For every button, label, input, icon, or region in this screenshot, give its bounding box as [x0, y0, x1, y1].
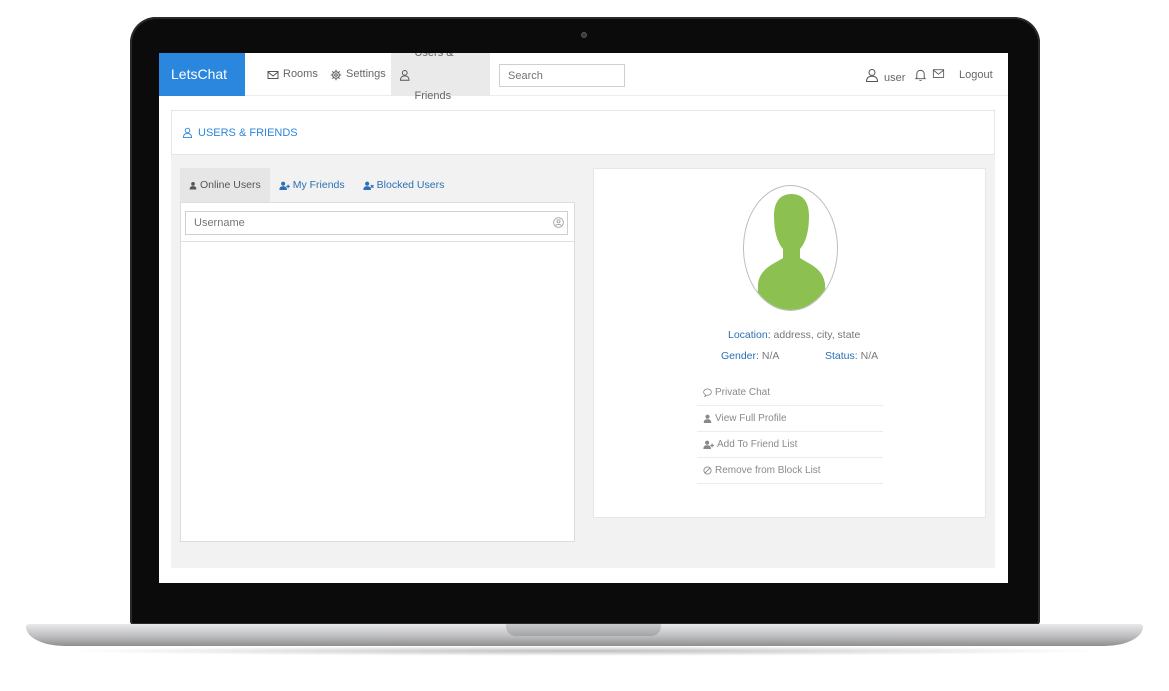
status-row: Status: N/A [825, 350, 878, 362]
user-menu[interactable]: user [865, 53, 905, 96]
avatar-head [757, 194, 826, 310]
brand-logo[interactable]: LetsChat [159, 53, 245, 96]
search-input[interactable] [499, 64, 625, 87]
nav-settings-label: Settings [346, 68, 386, 80]
top-navbar: LetsChat Rooms Settings Users & Friends … [159, 53, 1008, 102]
nav-users-friends-label: Users & Friends [414, 53, 453, 102]
users-tabs: Online Users My Friends Blocked Users [180, 168, 453, 202]
status-value: N/A [857, 350, 879, 362]
gender-row: Gender: N/A [721, 350, 779, 362]
page-header: USERS & FRIENDS [171, 110, 995, 155]
tab-my-friends[interactable]: My Friends [270, 168, 354, 202]
user-icon [865, 68, 879, 82]
comment-icon [703, 388, 712, 397]
user-plus-icon [703, 440, 714, 449]
gender-label: Gender: [721, 350, 759, 362]
location-value: address, city, state [770, 329, 861, 341]
nav-users-friends[interactable]: Users & Friends [391, 53, 490, 102]
bell-icon[interactable] [914, 68, 927, 82]
gear-icon [330, 69, 342, 80]
add-to-friend-list-label: Add To Friend List [717, 439, 798, 450]
profile-panel: Location: address, city, state Gender: N… [593, 168, 986, 518]
view-full-profile-label: View Full Profile [715, 413, 787, 424]
ban-icon [703, 466, 712, 475]
user-icon [182, 127, 193, 138]
avatar-silhouette [757, 194, 826, 310]
webcam [581, 32, 587, 38]
users-list[interactable] [180, 202, 575, 542]
username-search-input[interactable] [185, 211, 568, 235]
tab-my-friends-label: My Friends [292, 179, 345, 191]
location-label: Location: [728, 329, 771, 341]
envelope-icon [267, 70, 279, 79]
status-label: Status: [825, 350, 858, 362]
user-times-icon [363, 181, 374, 190]
nav-settings[interactable]: Settings [330, 53, 386, 96]
username-label: user [884, 71, 906, 84]
envelope-icon[interactable] [932, 68, 945, 80]
user-icon [189, 181, 197, 189]
location-row: Location: address, city, state [728, 329, 860, 341]
user-icon [399, 69, 410, 81]
logout-link[interactable]: Logout [959, 53, 993, 96]
gender-value: N/A [758, 350, 780, 362]
app-screen: LetsChat Rooms Settings Users & Friends … [159, 53, 1008, 583]
tab-online-users-label: Online Users [200, 179, 261, 191]
nav-rooms[interactable]: Rooms [267, 53, 318, 96]
user-circle-icon [553, 217, 564, 228]
list-divider [181, 241, 574, 242]
tab-blocked-users[interactable]: Blocked Users [354, 168, 454, 202]
page-title: USERS & FRIENDS [198, 126, 298, 139]
private-chat-label: Private Chat [715, 387, 771, 398]
private-chat-button[interactable]: Private Chat [697, 380, 883, 406]
tab-online-users[interactable]: Online Users [180, 168, 270, 202]
remove-from-block-list-label: Remove from Block List [715, 465, 821, 476]
tab-blocked-users-label: Blocked Users [376, 179, 445, 191]
avatar [743, 185, 838, 311]
user-plus-icon [279, 181, 290, 190]
users-list-panel: Online Users My Friends Blocked Users [180, 168, 575, 542]
laptop-shadow [60, 646, 1110, 656]
view-full-profile-button[interactable]: View Full Profile [697, 406, 883, 432]
add-to-friend-list-button[interactable]: Add To Friend List [697, 432, 883, 458]
nav-rooms-label: Rooms [283, 68, 318, 80]
main-content: USERS & FRIENDS Online Users My Friends … [171, 110, 995, 568]
laptop-base-notch [506, 624, 661, 636]
user-icon [703, 414, 712, 423]
remove-from-block-list-button[interactable]: Remove from Block List [697, 458, 883, 484]
profile-actions: Private Chat View Full Profile Add To Fr… [697, 380, 883, 484]
